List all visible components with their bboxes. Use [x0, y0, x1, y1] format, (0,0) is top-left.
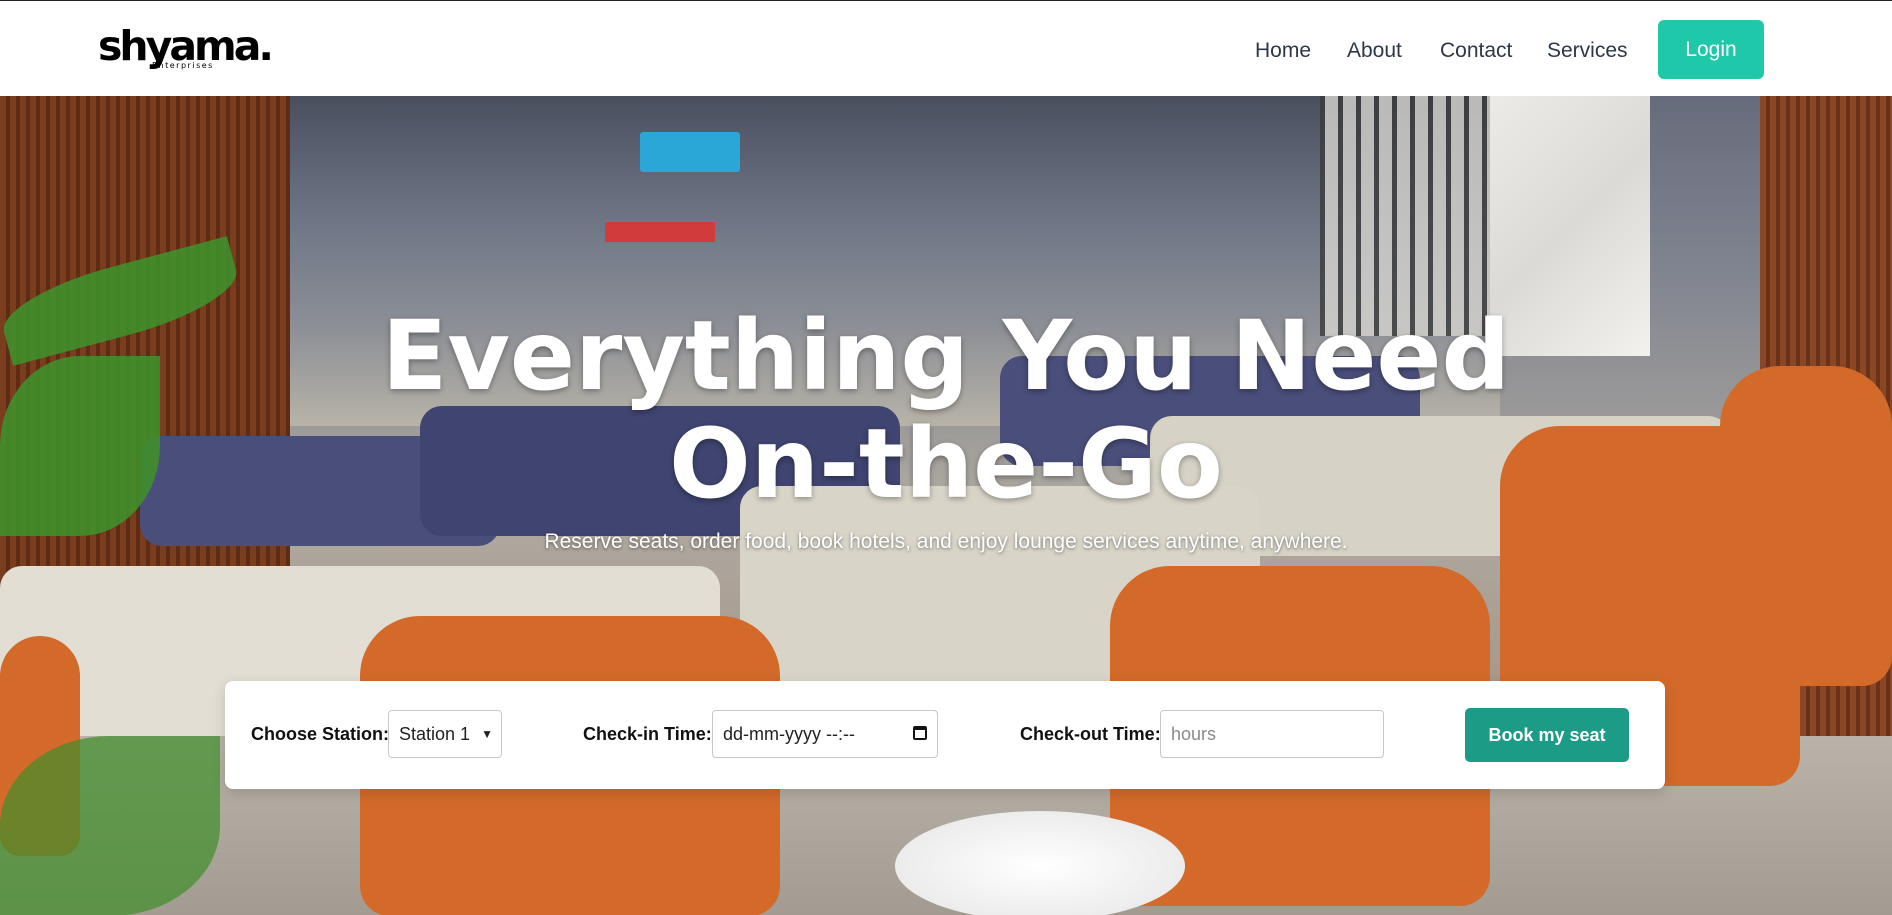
checkout-hours-input[interactable]	[1160, 710, 1384, 758]
station-select[interactable]: Station 1 ▼	[388, 710, 502, 758]
plant-leaf-3	[0, 736, 220, 915]
book-seat-button[interactable]: Book my seat	[1465, 708, 1629, 762]
checkin-datetime-input[interactable]: dd-mm-yyyy --:--	[712, 710, 938, 758]
nav-services[interactable]: Services	[1547, 38, 1628, 64]
hero-title-text: Everything You Need On-the-Go	[381, 300, 1511, 520]
checkin-value: dd-mm-yyyy --:--	[723, 724, 855, 744]
hero-subtitle: Reserve seats, order food, book hotels, …	[544, 530, 1348, 553]
logo-subtext: Enterprises	[152, 61, 214, 70]
brand-logo[interactable]: shyama. Enterprises	[98, 23, 274, 75]
checkin-label: Check-in Time:	[583, 724, 712, 744]
calendar-icon[interactable]	[913, 726, 927, 740]
booking-bar: Choose Station: Station 1 ▼ Check-in Tim…	[225, 681, 1665, 789]
nav-contact[interactable]: Contact	[1440, 38, 1512, 64]
nav-home[interactable]: Home	[1255, 38, 1311, 64]
hero-title: Everything You Need On-the-Go	[0, 302, 1892, 518]
site-header: shyama. Enterprises Home About Contact S…	[0, 0, 1892, 96]
ambulance-sign	[605, 222, 715, 242]
station-label: Choose Station:	[251, 724, 389, 744]
round-table	[895, 811, 1185, 915]
apollo-sign	[640, 132, 740, 172]
station-select-value: Station 1	[399, 724, 471, 744]
nav-about[interactable]: About	[1347, 38, 1402, 64]
hero-section: Everything You Need On-the-Go Reserve se…	[0, 96, 1892, 915]
chevron-down-icon: ▼	[481, 727, 493, 741]
login-button[interactable]: Login	[1658, 20, 1764, 79]
checkout-label: Check-out Time:	[1020, 724, 1161, 744]
